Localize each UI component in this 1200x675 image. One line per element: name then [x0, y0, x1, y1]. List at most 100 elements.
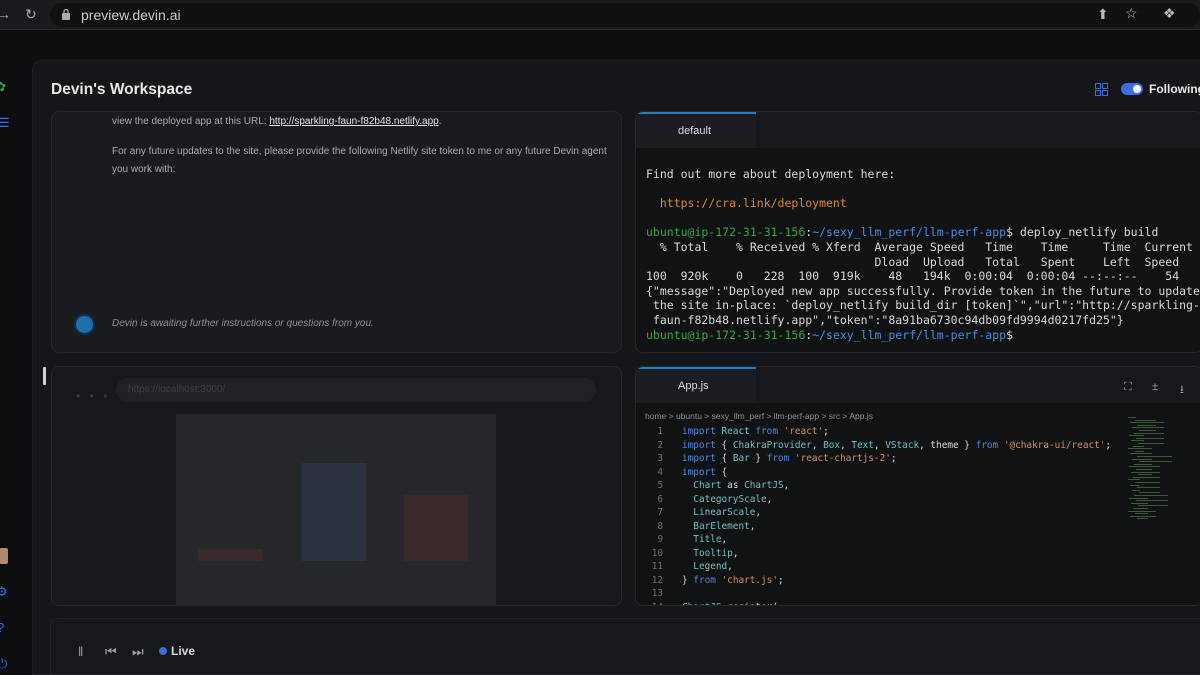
tab-default[interactable]: default [636, 112, 756, 148]
code-line: 9 Title, [636, 533, 1116, 547]
code-line: 7 LinearScale, [636, 506, 1116, 520]
chat-message-token: For any future updates to the site, plea… [112, 146, 607, 175]
tab-app-js[interactable]: App.js [636, 367, 756, 403]
minimap-stroke [1134, 495, 1168, 496]
awaiting-status: Devin is awaiting further instructions o… [112, 318, 374, 329]
extensions-puzzle-icon[interactable]: ❖ [1163, 5, 1176, 22]
minimap-stroke [1137, 487, 1160, 489]
minimap-stroke [1138, 505, 1168, 507]
line-number: 12 [651, 574, 663, 586]
avatar[interactable] [0, 548, 8, 564]
pause-icon[interactable]: ‖ [78, 644, 83, 659]
bookmark-star-icon[interactable]: ☆ [1125, 5, 1138, 22]
preview-bar [302, 463, 366, 561]
expand-icon[interactable]: ⛶ [1124, 381, 1132, 394]
line-number: 11 [651, 561, 663, 572]
minimap-stroke [1133, 445, 1144, 447]
terminal-line: the site in-place: `deploy_netlify build… [646, 298, 1200, 313]
line-number: 6 [657, 493, 663, 505]
minimap-stroke [1129, 466, 1160, 468]
power-icon[interactable]: ⏻ [0, 656, 7, 672]
minimap-stroke [1135, 482, 1160, 483]
terminal-line: faun-f82b48.netlify.app","token":"8a91ba… [646, 312, 1124, 327]
code-line: 12} from 'chart.js'; [636, 574, 1116, 588]
minimap-stroke [1132, 427, 1164, 429]
minimap-stroke [1139, 461, 1172, 463]
minimap-stroke [1129, 435, 1144, 437]
editor-tabbar: App.js ⛶ ± ⭳ [636, 367, 1200, 403]
code-line: 13 [636, 587, 1116, 601]
workspace: Devin's Workspace Following view the dep… [32, 60, 1200, 675]
code-view[interactable]: 1 import React from 'react'; 2 import { Cha… [636, 425, 1116, 606]
chat-panel: view the deployed app at this URL: http:… [51, 111, 622, 353]
devin-logo-icon[interactable]: ✿ [0, 79, 6, 95]
terminal-output[interactable]: Find out more about deployment here: htt… [646, 167, 1200, 342]
share-icon[interactable]: ⬆ [1097, 6, 1109, 23]
minimap-stroke [1131, 440, 1144, 442]
minimap-stroke [1130, 515, 1156, 517]
code-line: 2 import { ChakraProvider, Box, Text, VSt… [636, 439, 1116, 453]
line-number: 5 [657, 480, 663, 491]
code-line: 3 import { Bar } from 'react-chartjs-2'; [636, 452, 1116, 466]
minimap-stroke [1128, 448, 1152, 450]
browser-toolbar: → ↻ preview.devin.ai ⬆ ☆ ❖ [0, 0, 1200, 30]
line-number: 10 [651, 547, 663, 559]
chat-message-url: view the deployed app at this URL: http:… [112, 116, 442, 127]
line-number: 3 [657, 453, 663, 464]
code-line: 11 Legend, [636, 560, 1116, 574]
minimap-stroke [1139, 492, 1160, 494]
preview-bar [404, 495, 468, 561]
menu-icon[interactable]: ☰ [0, 115, 10, 131]
minimap[interactable] [1126, 417, 1172, 527]
line-number: 9 [657, 534, 663, 545]
preview-nav-icons[interactable]: • • • [76, 389, 110, 403]
back-icon[interactable]: → [0, 6, 11, 22]
code-line: 10 Tooltip, [636, 547, 1116, 561]
download-icon[interactable]: ⭳ [1180, 381, 1184, 400]
skip-forward-icon[interactable]: ⏭ [132, 644, 144, 660]
line-number: 7 [657, 507, 663, 518]
terminal-line: https://cra.link/deployment [646, 196, 847, 211]
code-line: 4 import { [636, 466, 1116, 480]
left-rail: ✿ ☰ ⚙ ? ⏻ [0, 30, 22, 675]
code-line: 5 Chart as ChartJS, [636, 479, 1116, 493]
reload-icon[interactable]: ↻ [25, 6, 37, 23]
terminal-line: % Total % Received % Xferd Average Speed… [646, 239, 1193, 254]
line-number: 14 [636, 601, 663, 606]
minimap-stroke [1131, 502, 1148, 504]
following-toggle[interactable] [1121, 83, 1143, 95]
live-label[interactable]: Live [171, 644, 195, 658]
minimap-stroke [1130, 453, 1152, 455]
minimap-stroke [1139, 430, 1156, 431]
code-line: 8 BarElement, [636, 520, 1116, 534]
deployed-app-link[interactable]: http://sparkling-faun-f82b48.netlify.app [269, 116, 438, 127]
minimap-stroke [1130, 484, 1140, 486]
terminal-tabbar: default [636, 112, 1200, 148]
minimap-stroke [1135, 450, 1144, 452]
address-bar[interactable]: preview.devin.ai ⬆ ☆ ❖ [50, 3, 1200, 27]
minimap-stroke [1133, 476, 1160, 478]
line-number: 1 [657, 426, 663, 437]
preview-url-input[interactable]: https://localhost:3000/ [116, 378, 596, 402]
help-icon[interactable]: ? [0, 620, 4, 635]
terminal-line: Dload Upload Total Spent Left Speed [646, 254, 1180, 269]
minimap-stroke [1132, 489, 1140, 491]
line-number: 8 [657, 520, 663, 532]
minimap-stroke [1135, 513, 1148, 515]
minimap-stroke [1136, 437, 1164, 439]
minimap-stroke [1131, 471, 1160, 473]
breadcrumb[interactable]: home > ubuntu > sexy_llm_perf > llm-perf… [645, 411, 873, 421]
layout-grid-icon[interactable] [1095, 83, 1108, 96]
panel-resize-handle[interactable] [43, 367, 46, 385]
minimap-stroke [1132, 458, 1152, 460]
minimap-stroke [1137, 456, 1172, 457]
settings-gear-icon[interactable]: ⚙ [0, 584, 8, 600]
terminal-line: ubuntu@ip-172-31-31-156:~/sexy_llm_perf/… [646, 225, 1159, 240]
skip-back-icon[interactable]: ⏮ [105, 644, 117, 660]
line-number: 4 [657, 466, 663, 478]
minimap-stroke [1138, 474, 1152, 476]
minimap-stroke [1134, 432, 1164, 434]
preview-bar [198, 549, 262, 561]
diff-icon[interactable]: ± [1152, 381, 1158, 393]
